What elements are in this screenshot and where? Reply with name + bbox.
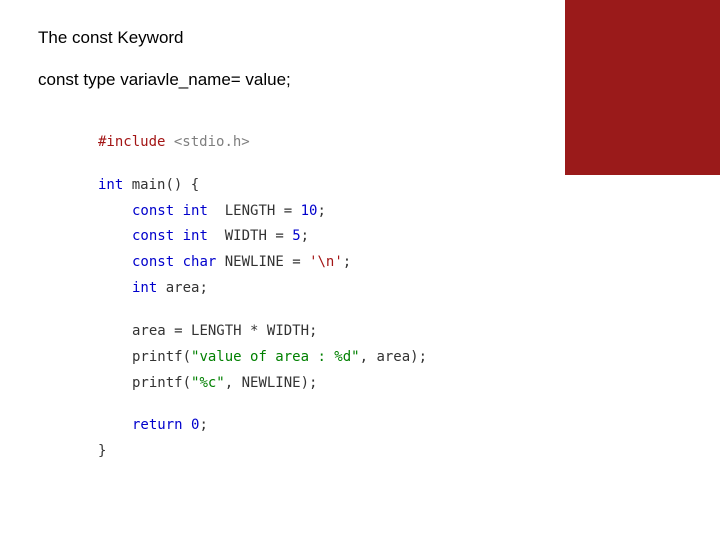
code-line-newline: const char NEWLINE = '\n'; [98,250,560,276]
semi: ; [317,203,325,219]
code-line-printf1: printf("value of area : %d", area); [98,345,560,371]
lbrace: { [191,177,199,193]
lparen: ( [165,177,173,193]
code-line-length: const int LENGTH = 10; [98,199,560,225]
eq: = [267,228,292,244]
code-line-area-decl: int area; [98,276,560,302]
rbrace: } [98,443,106,459]
blank-line [98,302,560,319]
semi: ; [343,254,351,270]
code-line-main: int main() { [98,173,560,199]
blank-line [98,397,560,414]
str-c: "%c" [191,375,225,391]
code-line-return: return 0; [98,413,560,439]
ident-area: area [376,349,410,365]
rparen: ) [410,349,418,365]
kw-int: int [183,203,208,219]
blank-line [98,156,560,173]
kw-int: int [183,228,208,244]
ident-length: LENGTH [191,323,242,339]
ident-area: area [132,323,166,339]
semi: ; [419,349,427,365]
semi: ; [199,417,207,433]
char-nl: '\n' [309,254,343,270]
accent-block [565,0,720,175]
num-10: 10 [301,203,318,219]
rparen: ) [174,177,182,193]
kw-int: int [132,280,157,296]
semi: ; [309,375,317,391]
ident-width: WIDTH [225,228,267,244]
comma: , [225,375,242,391]
semi: ; [301,228,309,244]
kw-char: char [183,254,217,270]
preproc-directive: #include [98,134,165,150]
rparen: ) [301,375,309,391]
star: * [242,323,267,339]
str-area: "value of area : %d" [191,349,360,365]
lparen: ( [183,375,191,391]
code-block: #include <stdio.h> int main() { const in… [98,130,560,465]
kw-const: const [132,254,174,270]
eq: = [166,323,191,339]
code-line-rbrace: } [98,439,560,465]
code-line-area-assign: area = LENGTH * WIDTH; [98,319,560,345]
preproc-header: <stdio.h> [174,134,250,150]
eq: = [284,254,309,270]
fn-main: main [132,177,166,193]
syntax-line: const type variavle_name= value; [38,70,560,90]
num-5: 5 [292,228,300,244]
code-line-width: const int WIDTH = 5; [98,224,560,250]
semi: ; [309,323,317,339]
lparen: ( [183,349,191,365]
ident-width: WIDTH [267,323,309,339]
comma: , [360,349,377,365]
code-line-printf2: printf("%c", NEWLINE); [98,371,560,397]
kw-const: const [132,228,174,244]
page-title: The const Keyword [38,28,560,48]
code-line-include: #include <stdio.h> [98,130,560,156]
kw-const: const [132,203,174,219]
eq: = [275,203,300,219]
fn-printf: printf [132,375,183,391]
kw-return: return [132,417,183,433]
slide-content: The const Keyword const type variavle_na… [0,0,560,465]
ident-length: LENGTH [225,203,276,219]
ident-newline: NEWLINE [225,254,284,270]
ident-newline: NEWLINE [242,375,301,391]
fn-printf: printf [132,349,183,365]
semi: ; [199,280,207,296]
kw-int: int [98,177,123,193]
ident-area: area [166,280,200,296]
